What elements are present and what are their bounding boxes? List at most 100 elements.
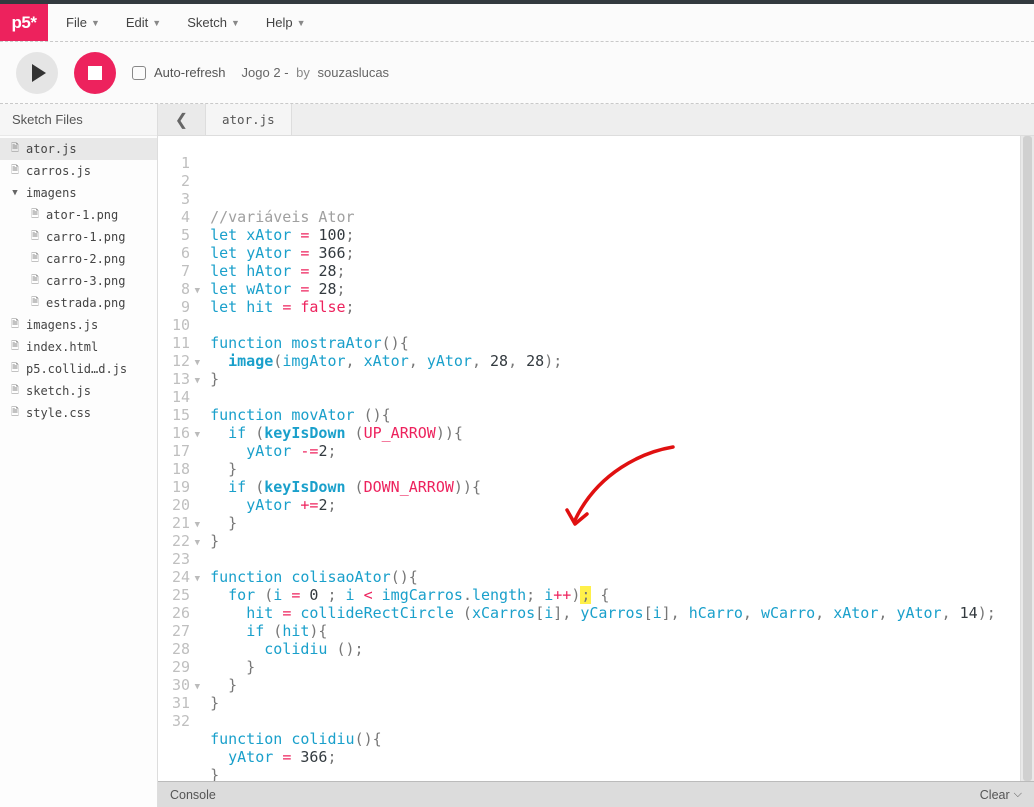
line-number: 10 bbox=[172, 316, 190, 334]
code-line[interactable]: } bbox=[210, 766, 996, 781]
code-line[interactable]: function mostraAtor(){ bbox=[210, 334, 996, 352]
menubar: p5* File▼ Edit▼ Sketch▼ Help▼ bbox=[0, 4, 1034, 42]
chevron-left-icon: ❮ bbox=[175, 110, 188, 130]
code-line[interactable]: } bbox=[210, 658, 996, 676]
p5-logo[interactable]: p5* bbox=[0, 4, 48, 41]
menu-sketch[interactable]: Sketch▼ bbox=[187, 15, 240, 30]
file-row[interactable]: 🗎carros.js bbox=[0, 160, 157, 182]
code-line[interactable]: //variáveis Ator bbox=[210, 208, 996, 226]
stop-button[interactable] bbox=[74, 52, 116, 94]
code-line[interactable]: let wAtor = 28; bbox=[210, 280, 996, 298]
file-row[interactable]: 🗎ator-1.png bbox=[0, 204, 157, 226]
file-icon: 🗎 bbox=[30, 229, 40, 246]
file-name: imagens bbox=[26, 186, 77, 200]
collapse-sidebar-button[interactable]: ❮ bbox=[158, 104, 206, 135]
scrollbar-thumb[interactable] bbox=[1023, 136, 1032, 781]
tab-strip: ❮ ator.js bbox=[158, 104, 1034, 136]
sidebar: Sketch Files 🗎ator.js🗎carros.js▼imagens🗎… bbox=[0, 104, 158, 807]
code-line[interactable] bbox=[210, 316, 996, 334]
file-name: ator-1.png bbox=[46, 208, 118, 222]
sidebar-header: Sketch Files bbox=[0, 104, 157, 136]
code-line[interactable]: if (keyIsDown (UP_ARROW)){ bbox=[210, 424, 996, 442]
file-name: carro-3.png bbox=[46, 274, 125, 288]
code-line[interactable] bbox=[210, 712, 996, 730]
code-line[interactable]: } bbox=[210, 514, 996, 532]
menu-file[interactable]: File▼ bbox=[66, 15, 100, 30]
line-number: 16▼ bbox=[172, 424, 190, 442]
file-list: 🗎ator.js🗎carros.js▼imagens🗎ator-1.png🗎ca… bbox=[0, 136, 157, 424]
line-number: 12▼ bbox=[172, 352, 190, 370]
line-number: 31 bbox=[172, 694, 190, 712]
code-line[interactable] bbox=[210, 388, 996, 406]
menu-help[interactable]: Help▼ bbox=[266, 15, 306, 30]
code-line[interactable]: function movAtor (){ bbox=[210, 406, 996, 424]
code-line[interactable]: colidiu (); bbox=[210, 640, 996, 658]
autorefresh-toggle[interactable]: Auto-refresh bbox=[132, 65, 226, 80]
author-link[interactable]: souzaslucas bbox=[318, 65, 390, 80]
code-line[interactable]: } bbox=[210, 694, 996, 712]
code-line[interactable]: } bbox=[210, 676, 996, 694]
code-line[interactable]: let hit = false; bbox=[210, 298, 996, 316]
project-name[interactable]: Jogo 2 - bbox=[242, 65, 289, 80]
line-number: 30▼ bbox=[172, 676, 190, 694]
by-label: by bbox=[296, 65, 310, 80]
code-line[interactable]: let hAtor = 28; bbox=[210, 262, 996, 280]
code-line[interactable]: if (hit){ bbox=[210, 622, 996, 640]
file-name: estrada.png bbox=[46, 296, 125, 310]
line-number: 1 bbox=[172, 154, 190, 172]
code-line[interactable]: yAtor -=2; bbox=[210, 442, 996, 460]
code-line[interactable]: } bbox=[210, 370, 996, 388]
code-line[interactable]: yAtor = 366; bbox=[210, 748, 996, 766]
code-line[interactable]: function colisaoAtor(){ bbox=[210, 568, 996, 586]
file-name: carro-1.png bbox=[46, 230, 125, 244]
code-line[interactable] bbox=[210, 550, 996, 568]
file-icon: 🗎 bbox=[10, 339, 20, 356]
file-row[interactable]: 🗎 carro-3.png bbox=[0, 270, 157, 292]
code-line[interactable]: yAtor +=2; bbox=[210, 496, 996, 514]
code-content[interactable]: //variáveis Atorlet xAtor = 100;let yAto… bbox=[196, 154, 996, 781]
file-name: index.html bbox=[26, 340, 98, 354]
file-name: carros.js bbox=[26, 164, 91, 178]
line-number: 24▼ bbox=[172, 568, 190, 586]
menu-edit[interactable]: Edit▼ bbox=[126, 15, 161, 30]
line-number: 17 bbox=[172, 442, 190, 460]
code-line[interactable]: let xAtor = 100; bbox=[210, 226, 996, 244]
line-number: 32 bbox=[172, 712, 190, 730]
file-row[interactable]: 🗎style.css bbox=[0, 402, 157, 424]
tab-current-file[interactable]: ator.js bbox=[206, 104, 292, 135]
file-icon: 🗎 bbox=[10, 383, 20, 400]
clear-label: Clear bbox=[980, 788, 1010, 802]
file-row[interactable]: 🗎imagens.js bbox=[0, 314, 157, 336]
file-name: ator.js bbox=[26, 142, 77, 156]
line-number: 15 bbox=[172, 406, 190, 424]
editor-scrollbar[interactable] bbox=[1020, 136, 1034, 781]
line-number: 5 bbox=[172, 226, 190, 244]
code-line[interactable]: } bbox=[210, 460, 996, 478]
file-row[interactable]: 🗎carro-2.png bbox=[0, 248, 157, 270]
play-button[interactable] bbox=[16, 52, 58, 94]
file-row[interactable]: 🗎ator.js bbox=[0, 138, 157, 160]
code-line[interactable]: image(imgAtor, xAtor, yAtor, 28, 28); bbox=[210, 352, 996, 370]
code-editor[interactable]: 12345678▼9101112▼13▼141516▼1718192021▼22… bbox=[158, 136, 1034, 781]
code-line[interactable]: for (i = 0 ; i < imgCarros.length; i++);… bbox=[210, 586, 996, 604]
folder-row[interactable]: ▼imagens bbox=[0, 182, 157, 204]
file-name: style.css bbox=[26, 406, 91, 420]
console-bar[interactable]: Console Clear ⌵ bbox=[158, 781, 1034, 807]
code-line[interactable]: } bbox=[210, 532, 996, 550]
code-line[interactable]: hit = collideRectCircle (xCarros[i], yCa… bbox=[210, 604, 996, 622]
line-number: 28 bbox=[172, 640, 190, 658]
file-icon: 🗎 bbox=[30, 295, 40, 312]
line-number: 29 bbox=[172, 658, 190, 676]
file-row[interactable]: 🗎 index.html bbox=[0, 336, 157, 358]
file-icon: 🗎 bbox=[30, 273, 40, 290]
line-number: 11 bbox=[172, 334, 190, 352]
file-name: imagens.js bbox=[26, 318, 98, 332]
code-line[interactable]: function colidiu(){ bbox=[210, 730, 996, 748]
file-row[interactable]: 🗎sketch.js bbox=[0, 380, 157, 402]
code-line[interactable]: let yAtor = 366; bbox=[210, 244, 996, 262]
file-row[interactable]: 🗎 estrada.png bbox=[0, 292, 157, 314]
file-row[interactable]: 🗎 carro-1.png bbox=[0, 226, 157, 248]
file-row[interactable]: 🗎p5.collid…d.js bbox=[0, 358, 157, 380]
console-clear-button[interactable]: Clear ⌵ bbox=[980, 788, 1022, 802]
code-line[interactable]: if (keyIsDown (DOWN_ARROW)){ bbox=[210, 478, 996, 496]
